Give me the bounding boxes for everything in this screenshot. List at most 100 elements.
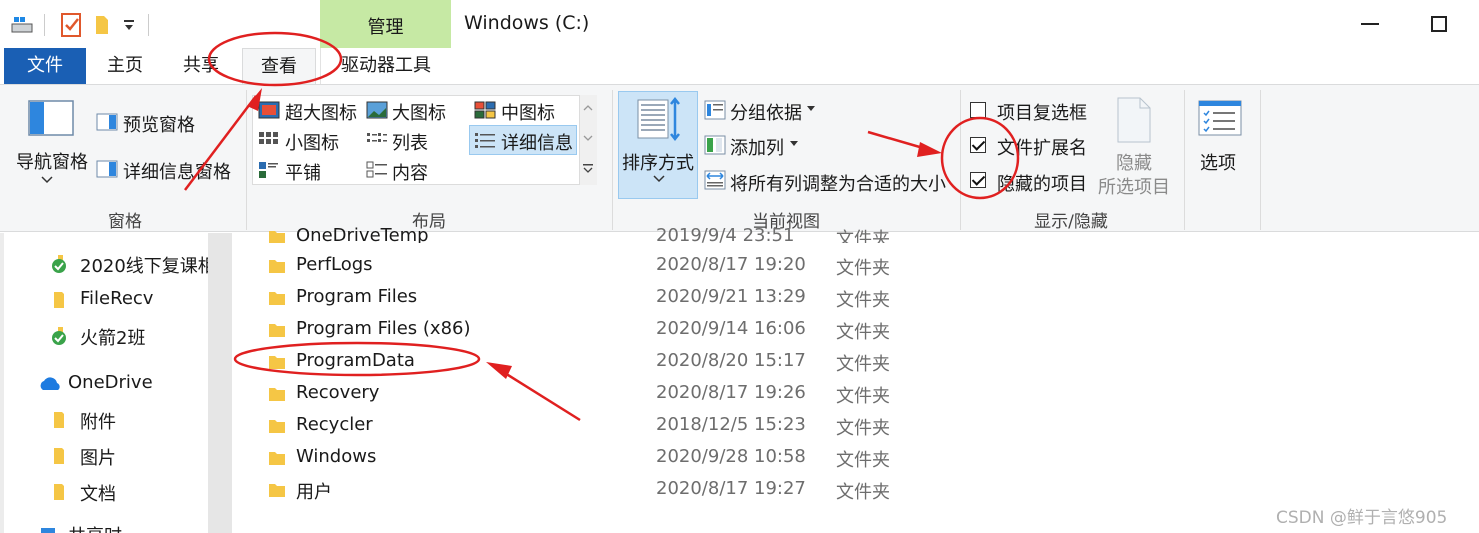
- nav-item[interactable]: OneDrive: [68, 372, 153, 393]
- add-columns-button[interactable]: 添加列: [730, 134, 784, 160]
- file-type: 文件夹: [836, 258, 890, 279]
- nav-item[interactable]: 文档: [80, 480, 116, 506]
- options-button[interactable]: 选项: [1200, 149, 1236, 175]
- hide-selected-line1[interactable]: 隐藏: [1116, 149, 1152, 175]
- file-name: OneDriveTemp: [296, 225, 429, 243]
- qa-divider: [44, 14, 45, 36]
- file-type: 文件夹: [836, 450, 890, 471]
- more-layouts-icon[interactable]: [582, 163, 594, 175]
- tab-view[interactable]: 查看: [242, 48, 316, 84]
- qa-divider: [148, 14, 149, 36]
- group-title-show-hide: 显示/隐藏: [1034, 212, 1108, 232]
- file-row[interactable]: Recovery 2020/8/17 19:26 文件夹: [268, 382, 968, 414]
- sort-by-icon: [637, 97, 680, 142]
- group-separator: [960, 90, 961, 230]
- folder-icon: [269, 292, 285, 305]
- file-date: 2020/8/17 19:27: [656, 478, 806, 499]
- folder-icon: [269, 484, 285, 497]
- folder-icon: [269, 420, 285, 433]
- item-checkboxes-label[interactable]: 项目复选框: [997, 99, 1087, 125]
- file-extensions-checkbox[interactable]: [970, 137, 986, 153]
- preview-pane-button[interactable]: 预览窗格: [123, 111, 195, 137]
- properties-check-icon[interactable]: [60, 12, 82, 38]
- sort-by-button[interactable]: 排序方式: [622, 149, 694, 175]
- minimize-button[interactable]: [1361, 23, 1379, 25]
- hide-selected-line2[interactable]: 所选项目: [1098, 173, 1170, 199]
- file-date: 2018/12/5 15:23: [656, 414, 806, 435]
- hidden-items-checkbox[interactable]: [970, 172, 986, 188]
- large-icons-icon: [366, 101, 388, 119]
- folder-icon: [269, 260, 285, 273]
- file-extensions-label[interactable]: 文件扩展名: [997, 134, 1087, 160]
- group-by-button[interactable]: 分组依据: [730, 99, 802, 125]
- tab-file[interactable]: 文件: [4, 48, 86, 84]
- layout-large-icons[interactable]: 大图标: [392, 99, 446, 125]
- layout-details[interactable]: 详细信息: [501, 129, 573, 155]
- tab-drive-tools[interactable]: 驱动器工具: [320, 48, 451, 84]
- manage-context-tab[interactable]: 管理: [320, 0, 451, 48]
- file-row[interactable]: Windows 2020/9/28 10:58 文件夹: [268, 446, 968, 478]
- details-pane-icon: [96, 160, 118, 178]
- title-bar: [0, 0, 1479, 48]
- nav-item[interactable]: FileRecv: [80, 288, 153, 309]
- folder-icon: [269, 324, 285, 337]
- file-date: 2020/8/17 19:26: [656, 382, 806, 403]
- folder-icon: [54, 292, 64, 308]
- layout-medium-icons[interactable]: 中图标: [501, 99, 555, 125]
- details-pane-button[interactable]: 详细信息窗格: [123, 158, 231, 184]
- file-name: Recycler: [296, 414, 373, 435]
- file-name: Program Files: [296, 286, 418, 307]
- hidden-items-label[interactable]: 隐藏的项目: [997, 170, 1087, 196]
- file-row[interactable]: Recycler 2018/12/5 15:23 文件夹: [268, 414, 968, 446]
- drive-properties-icon[interactable]: [10, 14, 36, 36]
- layout-extra-large-icons[interactable]: 超大图标: [285, 99, 357, 125]
- navigation-pane-icon: [28, 100, 74, 136]
- nav-scrollbar[interactable]: [208, 233, 232, 533]
- dropdown-arrow-icon: [807, 106, 815, 111]
- file-row-partial[interactable]: OneDriveTemp 2019/9/4 23:51 文件夹: [268, 225, 968, 243]
- chevron-down-icon[interactable]: [582, 134, 594, 142]
- file-type: 文件夹: [836, 386, 890, 407]
- extra-large-icons-icon: [258, 101, 280, 119]
- layout-tiles[interactable]: 平铺: [285, 159, 321, 185]
- navigation-pane-button[interactable]: 导航窗格: [16, 148, 88, 174]
- group-title-panes: 窗格: [108, 212, 142, 232]
- dropdown-arrow-icon: [790, 141, 798, 146]
- group-separator: [1260, 90, 1261, 230]
- file-date: 2020/9/14 16:06: [656, 318, 806, 339]
- maximize-button[interactable]: [1431, 16, 1447, 32]
- file-type: 文件夹: [836, 322, 890, 343]
- layout-list[interactable]: 列表: [392, 129, 428, 155]
- chevron-up-icon[interactable]: [582, 104, 594, 112]
- add-columns-icon: [704, 135, 726, 155]
- file-date: 2020/9/21 13:29: [656, 286, 806, 307]
- item-checkboxes-checkbox[interactable]: [970, 102, 986, 118]
- folder-synced-icon: [52, 255, 66, 273]
- medium-icons-icon: [474, 101, 496, 119]
- file-row[interactable]: 用户 2020/8/17 19:27 文件夹: [268, 478, 968, 510]
- file-name: Program Files (x86): [296, 318, 471, 339]
- tab-share[interactable]: 共享: [168, 48, 234, 84]
- chevron-down-icon: [41, 176, 53, 184]
- file-row[interactable]: ProgramData 2020/8/20 15:17 文件夹: [268, 350, 968, 382]
- window-title: Windows (C:): [464, 12, 590, 34]
- layout-content[interactable]: 内容: [392, 159, 428, 185]
- group-separator: [1184, 90, 1185, 230]
- size-all-columns-button[interactable]: 将所有列调整为合适的大小: [730, 170, 946, 196]
- nav-item[interactable]: 附件: [80, 408, 116, 434]
- customize-toolbar-chevron-down-icon[interactable]: [122, 18, 136, 32]
- nav-item[interactable]: 共享时: [68, 522, 122, 533]
- file-row[interactable]: PerfLogs 2020/8/17 19:20 文件夹: [268, 254, 968, 286]
- network-icon: [41, 528, 55, 533]
- layout-small-icons[interactable]: 小图标: [285, 129, 339, 155]
- file-row[interactable]: Program Files 2020/9/21 13:29 文件夹: [268, 286, 968, 318]
- file-name: 用户: [296, 482, 332, 503]
- group-separator: [612, 90, 613, 230]
- nav-item[interactable]: 火箭2班: [80, 324, 145, 350]
- nav-item[interactable]: 2020线下复课相: [80, 252, 208, 278]
- new-folder-icon[interactable]: [94, 12, 110, 36]
- file-row[interactable]: Program Files (x86) 2020/9/14 16:06 文件夹: [268, 318, 968, 350]
- nav-item[interactable]: 图片: [80, 444, 116, 470]
- folder-icon: [269, 388, 285, 401]
- tab-home[interactable]: 主页: [92, 48, 158, 84]
